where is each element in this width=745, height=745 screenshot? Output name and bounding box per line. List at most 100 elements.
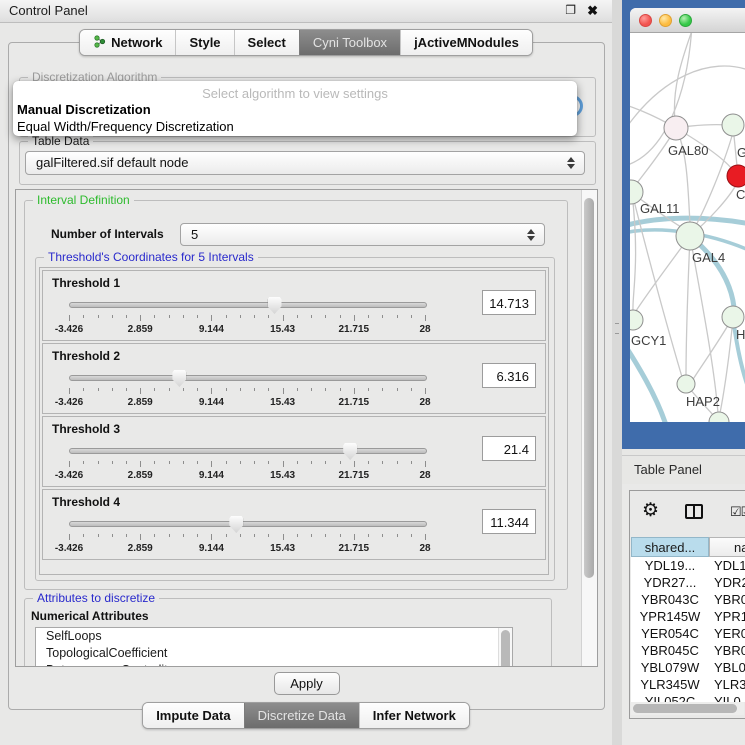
network-node-c[interactable] [727, 165, 745, 187]
threshold-slider[interactable]: -3.4262.8599.14415.4321.71528 [69, 297, 429, 339]
tick-mark [382, 534, 383, 537]
network-node-label: HAP2 [686, 394, 720, 409]
tick-mark [268, 315, 269, 318]
tab-network[interactable]: Network [80, 30, 175, 55]
threshold-value-field[interactable]: 21.4 [482, 436, 536, 461]
tab-infer-network[interactable]: Infer Network [359, 703, 469, 728]
cell-shared-name: YPR145W [631, 608, 709, 625]
threshold-slider[interactable]: -3.4262.8599.14415.4321.71528 [69, 443, 429, 485]
scale-label: 21.715 [339, 324, 370, 335]
minimize-traffic-light-icon[interactable] [659, 14, 672, 27]
scale-label: 21.715 [339, 543, 370, 554]
algorithm-dropdown-hint: Select algorithm to view settings [13, 81, 577, 101]
scale-label: 9.144 [199, 470, 224, 481]
tick-mark [83, 461, 84, 464]
tick-mark [382, 315, 383, 318]
tick-mark [240, 388, 241, 391]
table-row[interactable]: YBR043CYBR0 [631, 591, 745, 608]
tab-style[interactable]: Style [175, 30, 233, 55]
tab-impute-data[interactable]: Impute Data [143, 703, 243, 728]
list-scrollbar[interactable] [498, 628, 512, 667]
table-row[interactable]: YER054CYER0 [631, 625, 745, 642]
slider-handle[interactable] [268, 297, 282, 314]
slider-handle[interactable] [172, 370, 186, 387]
network-node-h[interactable] [722, 306, 744, 328]
tick-mark [397, 388, 398, 391]
tick-mark [297, 534, 298, 537]
attribute-item-betweennesscentrality[interactable]: BetweennessCentrality [36, 662, 512, 667]
tab-jactivemnodules[interactable]: jActiveMNodules [400, 30, 532, 55]
threshold-slider[interactable]: -3.4262.8599.14415.4321.71528 [69, 516, 429, 558]
tick-mark [325, 461, 326, 464]
scrollbar-thumb[interactable] [584, 198, 594, 578]
network-canvas[interactable]: GAL80GACGAL11GAL4GCY1HHAP2 [630, 33, 745, 422]
network-edge[interactable] [686, 236, 690, 377]
tick-mark [154, 315, 155, 318]
algorithm-option-equal-width-frequency-discretization[interactable]: Equal Width/Frequency Discretization [13, 118, 577, 135]
network-edge[interactable] [632, 193, 636, 311]
table-row[interactable]: YLR345WYLR3 [631, 676, 745, 693]
table-row[interactable]: YIL052CYIL0 [631, 693, 745, 702]
cell-name: YER0 [709, 625, 745, 642]
threshold-value-field[interactable]: 6.316 [482, 363, 536, 388]
tick-mark [311, 461, 312, 464]
table-row[interactable]: YDL19...YDL1 [631, 557, 745, 574]
table-header-name[interactable]: na [709, 537, 745, 557]
cell-shared-name: YLR345W [631, 676, 709, 693]
threshold-slider[interactable]: -3.4262.8599.14415.4321.71528 [69, 370, 429, 412]
close-traffic-light-icon[interactable] [639, 14, 652, 27]
apply-button[interactable]: Apply [274, 672, 340, 695]
panel-divider[interactable] [612, 0, 622, 745]
number-of-intervals-combobox[interactable]: 5 [180, 223, 545, 246]
tick-mark [340, 534, 341, 537]
tab-select[interactable]: Select [234, 30, 299, 55]
algorithm-option-manual-discretization[interactable]: Manual Discretization [13, 101, 577, 118]
tick-mark [98, 461, 99, 464]
close-icon[interactable]: ✖ [587, 3, 598, 19]
thresholds-group: Threshold's Coordinates for 5 Intervals … [35, 257, 555, 581]
table-row[interactable]: YPR145WYPR1 [631, 608, 745, 625]
threshold-value-field[interactable]: 14.713 [482, 290, 536, 315]
attribute-item-selfloops[interactable]: SelfLoops [36, 628, 512, 645]
vertical-scrollbar[interactable] [581, 190, 597, 666]
checkbox-icons[interactable]: ☑☑ [730, 504, 745, 520]
table-row[interactable]: YDR27...YDR2 [631, 574, 745, 591]
table-header-shared[interactable]: shared... [631, 537, 709, 557]
network-node-gcy1[interactable] [630, 310, 643, 330]
tab-label: jActiveMNodules [414, 35, 519, 50]
cell-shared-name: YDR27... [631, 574, 709, 591]
network-node-hap2[interactable] [677, 375, 695, 393]
network-edge-highlighted[interactable] [630, 341, 666, 422]
tab-label: Network [111, 35, 162, 50]
threshold-box: Threshold 2-3.4262.8599.14415.4321.71528… [42, 343, 546, 414]
network-edge[interactable] [720, 317, 733, 413]
zoom-traffic-light-icon[interactable] [679, 14, 692, 27]
table-panel-title: Table Panel [634, 462, 702, 477]
tick-mark [126, 534, 127, 537]
network-node-gal80[interactable] [664, 116, 688, 140]
horizontal-scrollbar[interactable] [631, 702, 744, 715]
numerical-attributes-list[interactable]: SelfLoopsTopologicalCoefficientBetweenne… [35, 627, 513, 667]
network-node-ga[interactable] [722, 114, 744, 136]
slider-handle[interactable] [229, 516, 243, 533]
divider-grip[interactable] [615, 323, 619, 334]
thresholds-group-title: Threshold's Coordinates for 5 Intervals [44, 250, 258, 264]
hscrollbar-thumb[interactable] [633, 704, 737, 713]
network-node-gal4[interactable] [676, 222, 704, 250]
slider-handle[interactable] [343, 443, 357, 460]
table-data-combobox[interactable]: galFiltered.sif default node [25, 151, 585, 175]
table-row[interactable]: YBR045CYBR0 [631, 642, 745, 659]
tab-discretize-data[interactable]: Discretize Data [244, 703, 359, 728]
slider-track [69, 375, 427, 381]
gear-icon[interactable]: ⚙ [642, 501, 659, 521]
scale-label: -3.426 [55, 470, 83, 481]
float-window-icon[interactable]: ❐ [565, 3, 576, 17]
table-header-row: shared... na [631, 537, 745, 557]
attribute-item-topologicalcoefficient[interactable]: TopologicalCoefficient [36, 645, 512, 662]
column-browser-icon[interactable] [685, 504, 703, 519]
table-row[interactable]: YBL079WYBL0 [631, 659, 745, 676]
threshold-value-field[interactable]: 11.344 [482, 509, 536, 534]
tab-label: Infer Network [373, 708, 456, 723]
tab-cyni-toolbox[interactable]: Cyni Toolbox [299, 30, 400, 55]
tick-mark [169, 315, 170, 318]
